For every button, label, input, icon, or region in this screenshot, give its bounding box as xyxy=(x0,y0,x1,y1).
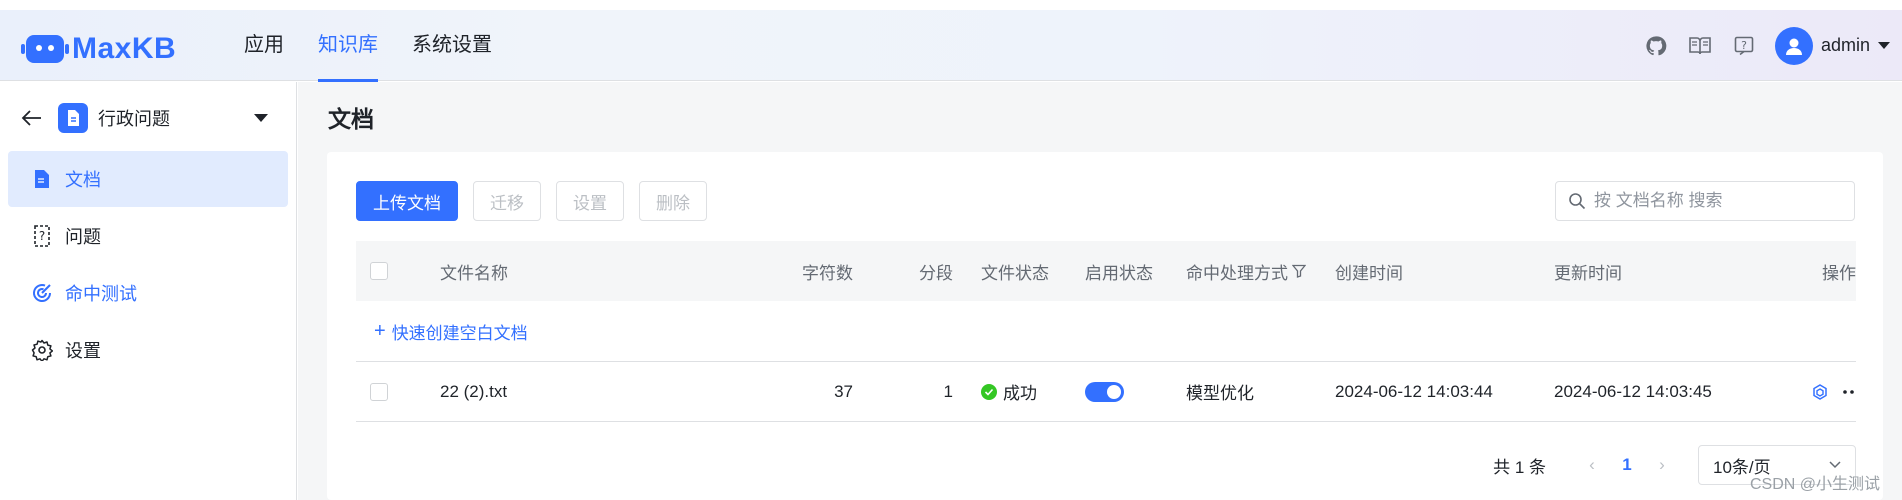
nav-item-knowledge-base[interactable]: 知识库 xyxy=(318,10,378,82)
kb-name: 行政问题 xyxy=(98,109,170,129)
col-header-created[interactable]: 创建时间 xyxy=(1331,259,1550,284)
book-icon[interactable] xyxy=(1687,33,1713,59)
sidebar-item-documents[interactable]: 文档 xyxy=(8,151,288,207)
col-header-chars[interactable]: 字符数 xyxy=(740,259,857,284)
sidebar-item-label: 命中测试 xyxy=(65,284,137,304)
robot-logo-icon xyxy=(21,35,69,63)
col-header-updated[interactable]: 更新时间 xyxy=(1550,259,1768,284)
header-actions: ? admin xyxy=(1643,10,1890,81)
file-status-label: 成功 xyxy=(1003,384,1037,403)
kb-document-icon xyxy=(58,103,88,133)
row-created: 2024-06-12 14:03:44 xyxy=(1335,381,1493,401)
select-all-checkbox[interactable] xyxy=(370,262,388,280)
settings-button[interactable]: 设置 xyxy=(556,181,624,221)
caret-down-icon xyxy=(1878,41,1890,49)
search-input[interactable] xyxy=(1594,191,1844,211)
col-header-hit-method-label: 命中处理方式 xyxy=(1186,263,1288,283)
col-header-file-status: 文件状态 xyxy=(981,263,1049,283)
app-logo[interactable]: MaxKB xyxy=(21,32,177,66)
kb-selector[interactable]: 行政问题 xyxy=(20,100,280,136)
help-icon[interactable]: ? xyxy=(1731,33,1757,59)
sidebar: 行政问题 文档 ? 问题 命中测试 设置 xyxy=(0,82,297,500)
more-icon[interactable] xyxy=(1842,389,1856,394)
username: admin xyxy=(1820,35,1870,55)
row-checkbox[interactable] xyxy=(370,382,388,401)
search-icon xyxy=(1569,193,1586,210)
caret-down-icon[interactable] xyxy=(254,114,268,122)
row-chars: 37 xyxy=(834,381,853,401)
row-segments: 1 xyxy=(943,381,953,401)
col-header-segments[interactable]: 分段 xyxy=(857,259,957,284)
sync-icon[interactable] xyxy=(1812,383,1828,400)
target-icon xyxy=(31,282,53,304)
sidebar-item-questions[interactable]: ? 问题 xyxy=(8,208,288,264)
pagination-total: 共 1 条 xyxy=(1493,457,1546,477)
nav-item-apps[interactable]: 应用 xyxy=(244,10,284,81)
nav-item-system-settings[interactable]: 系统设置 xyxy=(412,10,492,81)
back-arrow-icon[interactable] xyxy=(20,106,44,130)
avatar xyxy=(1774,26,1813,65)
success-check-icon xyxy=(981,383,997,400)
next-page-icon[interactable]: › xyxy=(1642,455,1682,475)
document-icon xyxy=(31,168,53,190)
question-icon: ? xyxy=(31,225,53,247)
document-table: 文件名称 字符数 分段 文件状态 启用状态 命中处理方式 创建时间 更新时间 操… xyxy=(356,241,1856,422)
sidebar-item-label: 设置 xyxy=(65,341,101,361)
migrate-button[interactable]: 迁移 xyxy=(473,181,541,221)
sidebar-item-hit-test[interactable]: 命中测试 xyxy=(8,265,288,321)
plus-icon: + xyxy=(374,319,386,342)
status-badge: 成功 xyxy=(981,379,1069,404)
watermark: CSDN @小生测试 xyxy=(1749,476,1880,493)
sidebar-item-label: 文档 xyxy=(65,170,101,190)
col-header-name: 文件名称 xyxy=(440,263,508,283)
upload-document-button[interactable]: 上传文档 xyxy=(356,181,458,221)
top-navbar: MaxKB 应用 知识库 系统设置 ? admin xyxy=(0,10,1902,82)
document-card: 上传文档 迁移 设置 删除 文件名称 字符数 分段 文件状态 启用状态 命中处理… xyxy=(327,152,1883,500)
svg-text:?: ? xyxy=(39,229,45,243)
table-row[interactable]: 22 (2).txt 37 1 成功 模型优化 2024-06-12 14:03… xyxy=(356,362,1856,422)
delete-button[interactable]: 删除 xyxy=(639,181,707,221)
col-header-hit-method: 命中处理方式 xyxy=(1170,259,1331,284)
chevron-down-icon xyxy=(1829,461,1841,469)
github-icon[interactable] xyxy=(1643,33,1669,59)
filter-icon[interactable] xyxy=(1292,264,1306,278)
sidebar-menu: 文档 ? 问题 命中测试 设置 xyxy=(8,151,288,379)
user-menu[interactable]: admin xyxy=(1774,26,1890,65)
app-name: MaxKB xyxy=(72,32,177,65)
main-content: 文档 上传文档 迁移 设置 删除 文件名称 字符数 分段 文件状态 启用状态 命… xyxy=(298,82,1902,500)
col-header-enable-status: 启用状态 xyxy=(1085,263,1153,283)
row-updated: 2024-06-12 14:03:45 xyxy=(1554,381,1712,401)
table-header: 文件名称 字符数 分段 文件状态 启用状态 命中处理方式 创建时间 更新时间 操… xyxy=(356,241,1856,301)
main-nav: 应用 知识库 系统设置 xyxy=(244,10,526,82)
prev-page-icon[interactable]: ‹ xyxy=(1572,455,1612,475)
page-title: 文档 xyxy=(328,106,374,132)
quick-create-button[interactable]: + 快速创建空白文档 xyxy=(356,301,1856,362)
toolbar: 上传文档 迁移 设置 删除 xyxy=(356,181,707,221)
enable-toggle[interactable] xyxy=(1085,381,1124,402)
sidebar-item-settings[interactable]: 设置 xyxy=(8,322,288,378)
row-hit-method: 模型优化 xyxy=(1186,384,1254,403)
gear-icon xyxy=(31,339,53,361)
row-file-name[interactable]: 22 (2).txt xyxy=(440,382,740,402)
search-box[interactable] xyxy=(1555,181,1855,221)
page-number[interactable]: 1 xyxy=(1612,455,1642,475)
quick-create-label: 快速创建空白文档 xyxy=(391,323,528,343)
svg-text:?: ? xyxy=(1741,39,1747,52)
sidebar-item-label: 问题 xyxy=(65,227,101,247)
col-header-ops: 操作 xyxy=(1822,263,1856,283)
